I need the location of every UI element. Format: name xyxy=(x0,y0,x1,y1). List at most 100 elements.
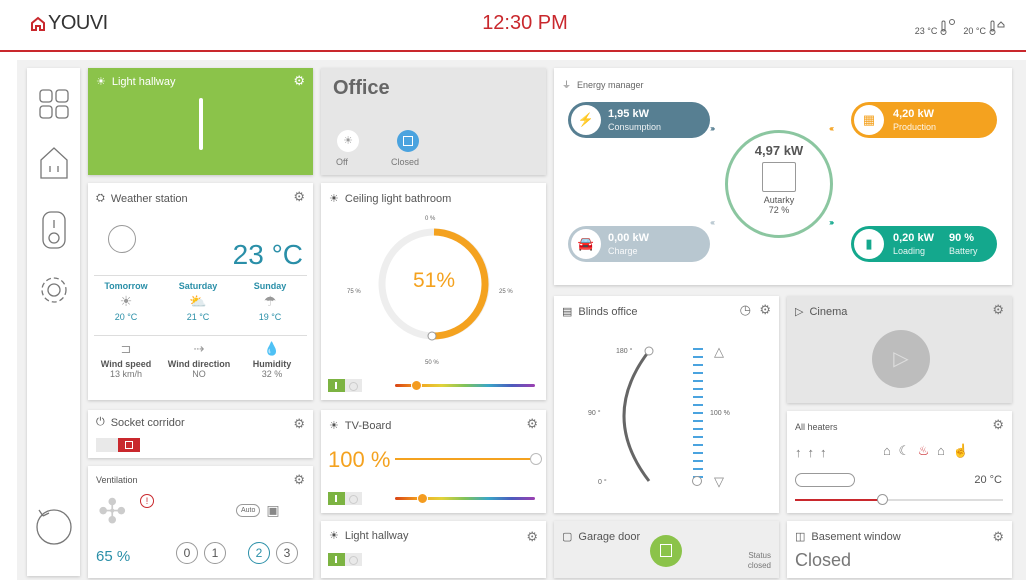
warning-icon[interactable]: ! xyxy=(140,494,154,508)
socket-corridor-tile[interactable]: ⏻ Socket corridor ⚙ xyxy=(88,410,313,458)
color-knob[interactable] xyxy=(411,380,422,391)
ceiling-light-tile[interactable]: ☀ Ceiling light bathroom 0 % 25 % 50 % 7… xyxy=(321,183,546,400)
gear-icon[interactable]: ⚙ xyxy=(293,416,305,432)
light-hallway-toggle[interactable] xyxy=(328,553,362,566)
home-icon[interactable] xyxy=(39,146,69,180)
heater-mode-icons[interactable]: ⌂ ☾ ♨ ⌂ ☝ xyxy=(883,443,971,459)
socket-title: Socket corridor xyxy=(110,416,185,429)
ceiling-toggle[interactable] xyxy=(328,379,362,392)
battery-label: Battery xyxy=(949,246,978,256)
brightness-knob[interactable] xyxy=(530,453,542,465)
all-heaters-tile[interactable]: All heaters ⚙ ↑↑↑ ⌂ ☾ ♨ ⌂ ☝ 20 °C xyxy=(787,411,1012,513)
auto-cycle-icon: Auto xyxy=(236,504,261,517)
dashboard-grid-icon[interactable] xyxy=(38,88,70,120)
position-knob[interactable] xyxy=(692,476,702,486)
office-light-button[interactable]: ☀ xyxy=(337,130,359,152)
garage-toggle-button[interactable] xyxy=(650,535,682,567)
flow-arrows-right-bottom: ››››› xyxy=(829,218,835,227)
charge-pill[interactable]: 🚘 0,00 kW Charge xyxy=(568,226,710,262)
youvi-logo[interactable]: YOUVI xyxy=(30,12,108,35)
thermometer-sun-icon xyxy=(940,19,956,35)
basement-title: Basement window xyxy=(811,530,901,543)
heater-slider-knob[interactable] xyxy=(877,494,888,505)
wind-direction: ⇢ Wind direction NO xyxy=(164,341,234,379)
tick-75: 75 % xyxy=(347,289,361,295)
weather-station-icon: ⛭ xyxy=(96,192,105,204)
heater-slider-fill[interactable] xyxy=(795,499,883,501)
consumption-label: Consumption xyxy=(608,122,662,132)
garage-door-tile[interactable]: ▢ Garage door Status closed xyxy=(554,521,779,578)
auto-mode-button[interactable]: Auto ▣ xyxy=(236,502,280,519)
cinema-play-button[interactable]: ▷ xyxy=(872,330,930,388)
autarky-pct: 72 % xyxy=(768,205,790,215)
production-label: Production xyxy=(893,122,937,132)
office-tile[interactable]: Office ☀ Off Closed xyxy=(321,68,546,175)
blinds-office-tile[interactable]: ▤ Blinds office ◷ ⚙ 180 ° 90 ° 0 ° 100 %… xyxy=(554,296,779,513)
office-title: Office xyxy=(333,77,390,99)
wind-direction-value: NO xyxy=(192,369,206,379)
gear-icon[interactable]: ⚙ xyxy=(293,73,305,89)
current-temp: 23 °C xyxy=(232,239,303,270)
gear-icon[interactable]: ⚙ xyxy=(526,416,538,432)
gear-icon[interactable]: ⚙ xyxy=(992,302,1004,318)
heater-slider-track[interactable] xyxy=(883,499,1003,501)
temperature-readouts: 23 °C 20 °C xyxy=(915,18,1006,36)
gear-icon[interactable]: ⚙ xyxy=(992,417,1004,433)
vent-level-2[interactable]: 2 xyxy=(248,542,270,564)
wind-speed-value: 13 km/h xyxy=(109,369,142,379)
down-arrow-icon[interactable]: ▽ xyxy=(714,474,724,490)
energy-manager-tile[interactable]: ⏚ Energy manager ⚡ 1,95 kW Consumption ▦… xyxy=(554,68,1012,285)
car-icon: 🚘 xyxy=(571,229,601,259)
angle-90: 90 ° xyxy=(588,410,601,417)
gear-icon[interactable]: ⚙ xyxy=(293,472,305,488)
basement-window-tile[interactable]: ◫ Basement window ⚙ Closed xyxy=(787,521,1012,578)
gear-icon[interactable]: ⚙ xyxy=(526,529,538,545)
color-knob[interactable] xyxy=(417,493,428,504)
details-divider xyxy=(94,335,307,336)
ventilation-tile[interactable]: Ventilation ⚙ ✣ ! Auto ▣ 65 % 0 1 2 3 xyxy=(88,466,313,578)
plug-icon: ⏚ xyxy=(562,80,572,90)
vent-level-1[interactable]: 1 xyxy=(204,542,226,564)
color-slider[interactable] xyxy=(395,497,535,500)
consumption-pill[interactable]: ⚡ 1,95 kW Consumption xyxy=(568,102,710,138)
tvboard-toggle[interactable] xyxy=(328,492,362,505)
light-on-indicator xyxy=(199,98,203,150)
gear-icon[interactable]: ⚙ xyxy=(992,529,1004,545)
settings-gear-icon[interactable] xyxy=(38,274,70,306)
up-arrow-icon[interactable]: △ xyxy=(714,344,724,360)
vent-level-0[interactable]: 0 xyxy=(176,542,198,564)
gear-icon[interactable]: ⚙ xyxy=(759,302,771,318)
tvboard-value: 100 % xyxy=(328,447,391,472)
switch-icon[interactable] xyxy=(41,210,67,250)
socket-toggle[interactable] xyxy=(96,438,140,452)
light-bulb-icon: ☀ xyxy=(329,193,339,205)
loading-pill[interactable]: ▮ 0,20 kW Loading 90 % Battery xyxy=(851,226,997,262)
humidity-drops-icon: 💧 xyxy=(263,341,281,356)
forecast-day: Saturday xyxy=(178,281,218,291)
production-pill[interactable]: ▦ 4,20 kW Production xyxy=(851,102,997,138)
refresh-icon[interactable] xyxy=(33,506,75,548)
tv-board-tile[interactable]: ☀ TV-Board ⚙ 100 % xyxy=(321,410,546,513)
brightness-slider[interactable] xyxy=(395,458,535,460)
garage-door-icon xyxy=(660,544,672,557)
light-hallway-tile[interactable]: ☀ Light hallway ⚙ xyxy=(88,68,313,175)
forecast-temp: 19 °C xyxy=(258,312,282,322)
office-blind-button[interactable] xyxy=(397,130,419,152)
forecast-day: Tomorrow xyxy=(104,281,148,291)
dimmer-knob[interactable] xyxy=(427,331,437,341)
wind-direction-icon: ⇢ xyxy=(193,341,205,356)
gear-icon[interactable]: ⚙ xyxy=(293,189,305,205)
weather-station-tile[interactable]: ⛭ Weather station ⚙ 23 °C Tomorrow ☀ 20 … xyxy=(88,183,313,400)
solar-panel-icon: ▦ xyxy=(854,105,884,135)
garage-status-value: closed xyxy=(747,561,771,570)
light-hallway2-title: Light hallway xyxy=(344,529,409,542)
clock-icon[interactable]: ◷ xyxy=(740,302,751,318)
vent-level-3[interactable]: 3 xyxy=(276,542,298,564)
cinema-title: Cinema xyxy=(809,305,848,318)
light-hallway-small-tile[interactable]: ☀ Light hallway ⚙ xyxy=(321,521,546,578)
cinema-tile[interactable]: ▷ Cinema ⚙ ▷ xyxy=(787,296,1012,403)
blinds-title: Blinds office xyxy=(578,305,638,318)
forecast-tomorrow: Tomorrow ☀ 20 °C xyxy=(96,281,156,322)
slat-angle-arc[interactable] xyxy=(594,346,654,486)
position-slider[interactable] xyxy=(693,348,703,482)
